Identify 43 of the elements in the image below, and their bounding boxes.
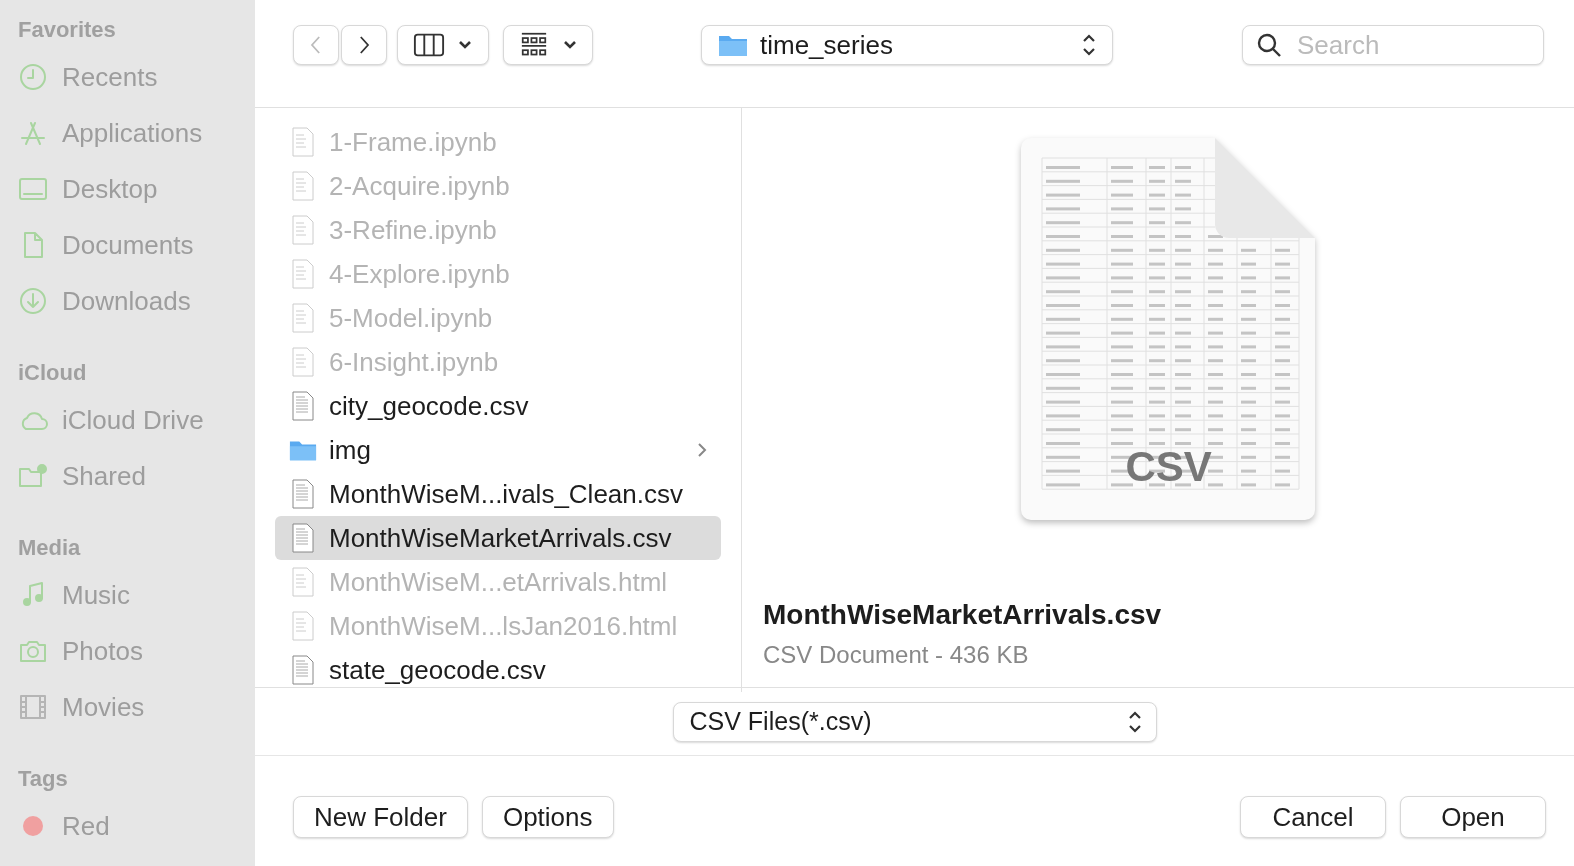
document-icon	[289, 567, 317, 597]
cancel-button[interactable]: Cancel	[1240, 796, 1386, 838]
location-popup[interactable]: time_series	[701, 25, 1113, 65]
document-icon	[289, 303, 317, 333]
folder-icon	[718, 33, 748, 57]
document-icon	[289, 611, 317, 641]
group-button[interactable]	[503, 25, 593, 65]
clock-icon	[18, 62, 48, 92]
file-name: MonthWiseMarketArrivals.csv	[763, 599, 1162, 631]
file-row[interactable]: MonthWiseMarketArrivals.csv	[275, 516, 721, 560]
document-icon	[289, 127, 317, 157]
document-icon	[289, 215, 317, 245]
csv-file-icon	[289, 655, 317, 685]
file-type-popup[interactable]: CSV Files(*.csv)	[672, 701, 1157, 742]
caret-icon	[457, 40, 473, 50]
download-icon	[18, 286, 48, 316]
csv-file-icon	[289, 391, 317, 421]
search-icon	[1256, 32, 1282, 58]
document-icon	[289, 171, 317, 201]
search-field[interactable]: Search	[1242, 25, 1544, 65]
document-icon	[289, 347, 317, 377]
section-heading: Media	[18, 534, 82, 562]
open-button[interactable]: Open	[1400, 796, 1546, 838]
file-row[interactable]: city_geocode.csv	[275, 384, 721, 428]
caret-icon	[562, 40, 578, 50]
columns-icon	[413, 32, 445, 58]
section-heading: Tags	[18, 765, 69, 793]
stepper-icon	[1082, 32, 1096, 58]
csv-file-icon	[289, 479, 317, 509]
section-heading: Favorites	[18, 16, 117, 44]
document-icon	[289, 259, 317, 289]
chevron-icon	[697, 442, 707, 458]
new-folder-button[interactable]: New Folder	[293, 796, 468, 838]
file-row[interactable]: MonthWiseM...ivals_Clean.csv	[275, 472, 721, 516]
file-type-label: CSV	[1125, 446, 1212, 488]
file-row[interactable]: img	[275, 428, 721, 472]
options-button[interactable]: Options	[481, 796, 614, 838]
view-mode-button[interactable]	[397, 25, 489, 65]
section-heading: iCloud	[18, 359, 88, 387]
file-row[interactable]: state_geocode.csv	[275, 648, 721, 692]
csv-file-icon	[289, 523, 317, 553]
film-icon	[18, 692, 48, 722]
file-info: CSV Document - 436 KB	[763, 641, 1029, 669]
